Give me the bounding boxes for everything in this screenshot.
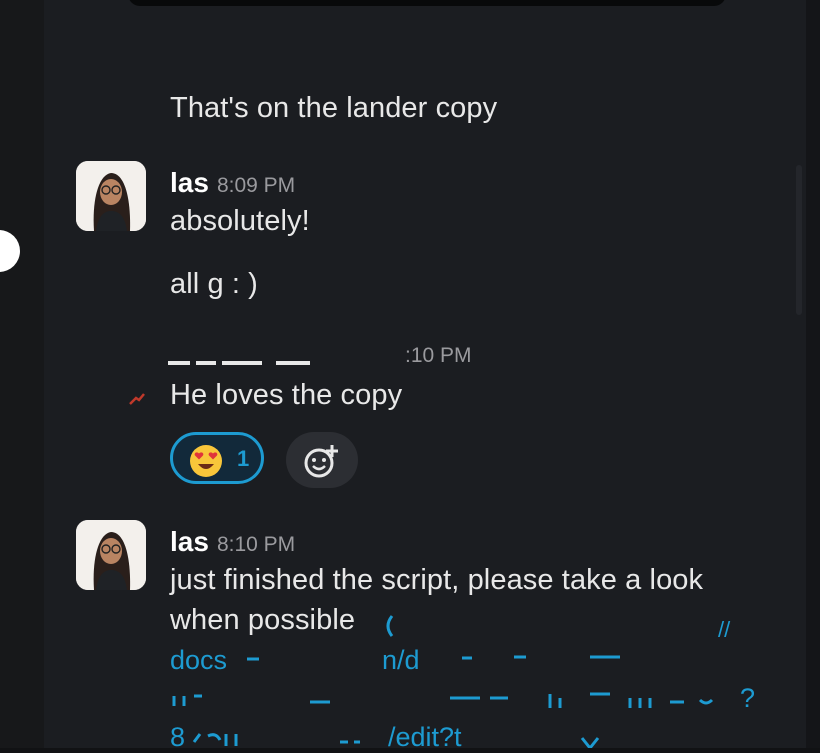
add-reaction-button[interactable] bbox=[286, 432, 358, 488]
timestamp[interactable]: :10 PM bbox=[405, 344, 472, 368]
avatar-photo bbox=[76, 520, 146, 590]
add-reaction-icon bbox=[304, 445, 338, 478]
link-text[interactable]: /edit?t bbox=[388, 722, 462, 753]
link-text[interactable]: docs bbox=[170, 645, 227, 676]
link-fragment-mark[interactable] bbox=[170, 690, 740, 714]
message-text: when possible bbox=[170, 604, 356, 636]
top-input-bar[interactable] bbox=[128, 0, 726, 6]
link-text[interactable]: n/d bbox=[382, 645, 420, 676]
reaction-count: 1 bbox=[237, 446, 250, 471]
redacted-author bbox=[168, 361, 310, 365]
reaction-button[interactable]: 1 bbox=[170, 432, 264, 484]
timestamp[interactable]: 8:10 PM bbox=[217, 533, 295, 556]
scrollbar[interactable] bbox=[796, 165, 802, 315]
heart-eyes-emoji-icon bbox=[190, 445, 222, 477]
author-name[interactable]: las bbox=[170, 167, 209, 198]
avatar-photo bbox=[76, 161, 146, 231]
message-header: las 8:09 PM bbox=[170, 167, 295, 199]
link-text[interactable]: ? bbox=[740, 683, 755, 714]
message-text: absolutely! bbox=[170, 205, 310, 237]
avatar[interactable] bbox=[76, 161, 146, 231]
message-text: That's on the lander copy bbox=[170, 92, 498, 124]
message-text: He loves the copy bbox=[170, 379, 403, 411]
link-text[interactable]: 8 bbox=[170, 722, 185, 753]
link-fragment-mark[interactable] bbox=[460, 652, 640, 662]
message-header: las 8:10 PM bbox=[170, 526, 295, 558]
right-edge bbox=[806, 0, 820, 748]
link-fragment-mark[interactable] bbox=[382, 614, 396, 638]
link-text[interactable]: // bbox=[718, 617, 730, 643]
link-fragment-mark[interactable] bbox=[190, 728, 370, 748]
timestamp[interactable]: 8:09 PM bbox=[217, 174, 295, 197]
broken-image-icon bbox=[129, 393, 145, 405]
avatar[interactable] bbox=[76, 520, 146, 590]
link-fragment-mark[interactable] bbox=[578, 736, 608, 748]
left-sidebar-edge bbox=[0, 0, 44, 748]
link-fragment-mark[interactable] bbox=[246, 655, 260, 663]
message-text: just finished the script, please take a … bbox=[170, 564, 704, 596]
author-name[interactable]: las bbox=[170, 526, 209, 557]
message-text: all g : ) bbox=[170, 268, 258, 300]
